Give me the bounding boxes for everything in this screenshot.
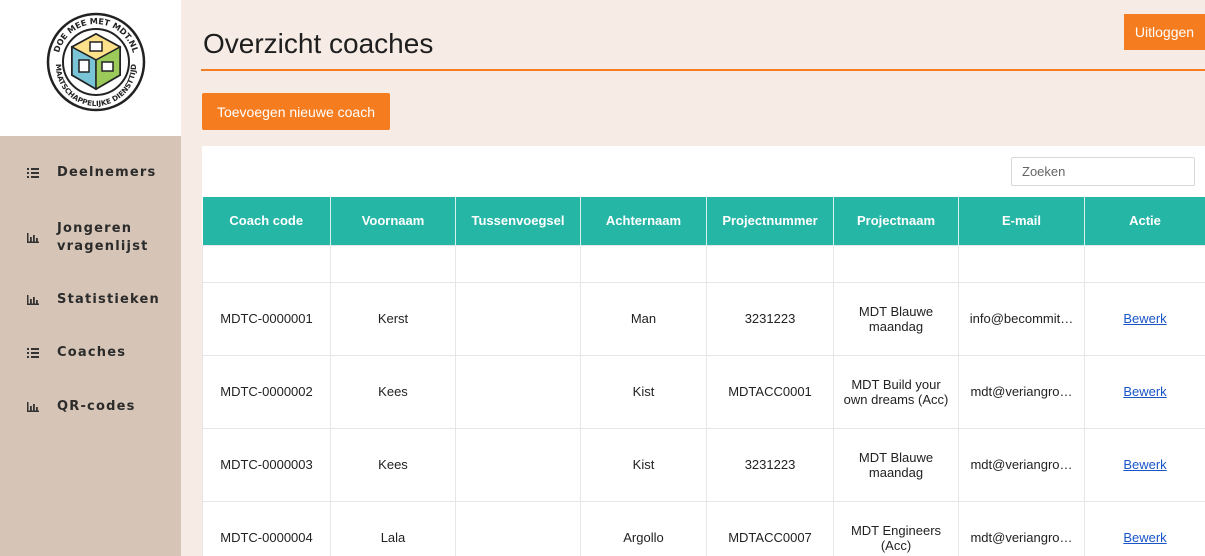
cell-tussenvoegsel <box>455 500 581 556</box>
coaches-table: Coach code Voornaam Tussenvoegsel Achter… <box>202 197 1205 556</box>
edit-link[interactable]: Bewerk <box>1123 384 1166 399</box>
sidebar-item-qr-codes[interactable]: QR-codes <box>0 398 181 416</box>
cell-tussenvoegsel <box>455 281 581 356</box>
page-title: Overzicht coaches <box>203 28 434 59</box>
table-row: MDTC-0000001 Kerst Man 3231223 MDT Blauw… <box>202 281 1205 356</box>
cell-projectnummer: 3231223 <box>706 427 834 502</box>
column-header-achternaam[interactable]: Achternaam <box>580 197 707 245</box>
table-row: MDTC-0000003 Kees Kist 3231223 MDT Blauw… <box>202 427 1205 502</box>
column-header-e-mail[interactable]: E-mail <box>958 197 1085 245</box>
filter-row <box>202 244 1205 283</box>
cell-projectnaam: MDT Blauwe maandag <box>833 427 959 502</box>
cell-voornaam: Kees <box>330 427 456 502</box>
cell-coach-code: MDTC-0000003 <box>202 427 331 502</box>
mdt-logo: DOE MEE MET MDT.NL MAATSCHAPPELIJKE DIEN… <box>46 12 146 112</box>
table-row: MDTC-0000004 Lala Argollo MDTACC0007 MDT… <box>202 500 1205 556</box>
cell-coach-code: MDTC-0000004 <box>202 500 331 556</box>
sidebar-item-statistieken[interactable]: Statistieken <box>0 291 181 309</box>
sidebar: DOE MEE MET MDT.NL MAATSCHAPPELIJKE DIEN… <box>0 0 181 556</box>
sidebar-item-deelnemers[interactable]: Deelnemers <box>0 164 181 182</box>
cell-actie: Bewerk <box>1084 354 1205 429</box>
edit-link[interactable]: Bewerk <box>1123 311 1166 326</box>
column-header-projectnaam[interactable]: Projectnaam <box>833 197 959 245</box>
cell-actie: Bewerk <box>1084 281 1205 356</box>
column-header-actie: Actie <box>1084 197 1205 245</box>
sidebar-item-coaches[interactable]: Coaches <box>0 344 181 362</box>
table-row: MDTC-0000002 Kees Kist MDTACC0001 MDT Bu… <box>202 354 1205 429</box>
sidebar-item-label: Coaches <box>57 345 127 360</box>
cell-tussenvoegsel <box>455 354 581 429</box>
cell-actie: Bewerk <box>1084 427 1205 502</box>
cell-e-mail: mdt@veriangro… <box>958 500 1085 556</box>
edit-link[interactable]: Bewerk <box>1123 530 1166 545</box>
bar-chart-icon <box>26 400 40 414</box>
cell-coach-code: MDTC-0000002 <box>202 354 331 429</box>
cell-projectnummer: MDTACC0001 <box>706 354 834 429</box>
sidebar-item-label: QR-codes <box>57 399 136 414</box>
list-icon <box>26 346 40 360</box>
sidebar-item-jongeren-vragenlijst[interactable]: Jongeren vragenlijst <box>0 218 181 258</box>
search-input[interactable] <box>1011 157 1195 186</box>
sidebar-item-label: Deelnemers <box>57 165 157 180</box>
cell-e-mail: mdt@veriangro… <box>958 427 1085 502</box>
cell-projectnaam: MDT Engineers (Acc) <box>833 500 959 556</box>
title-divider <box>201 69 1205 71</box>
cell-achternaam: Man <box>580 281 707 356</box>
cell-voornaam: Kerst <box>330 281 456 356</box>
sidebar-item-label: Statistieken <box>57 292 161 307</box>
logout-button[interactable]: Uitloggen <box>1124 14 1205 50</box>
column-header-tussenvoegsel[interactable]: Tussenvoegsel <box>455 197 581 245</box>
cell-projectnummer: MDTACC0007 <box>706 500 834 556</box>
list-icon <box>26 166 40 180</box>
bar-chart-icon <box>26 231 40 245</box>
column-header-coach-code[interactable]: Coach code <box>202 197 331 245</box>
main-content: Overzicht coaches Uitloggen Toevoegen ni… <box>181 0 1205 556</box>
cell-projectnummer: 3231223 <box>706 281 834 356</box>
cell-coach-code: MDTC-0000001 <box>202 281 331 356</box>
edit-link[interactable]: Bewerk <box>1123 457 1166 472</box>
cell-e-mail: info@becommit… <box>958 281 1085 356</box>
logo-area: DOE MEE MET MDT.NL MAATSCHAPPELIJKE DIEN… <box>0 0 181 136</box>
cell-voornaam: Lala <box>330 500 456 556</box>
table-header-row: Coach code Voornaam Tussenvoegsel Achter… <box>202 197 1205 245</box>
cell-achternaam: Kist <box>580 354 707 429</box>
add-coach-button[interactable]: Toevoegen nieuwe coach <box>202 93 390 130</box>
cell-projectnaam: MDT Build your own dreams (Acc) <box>833 354 959 429</box>
cell-actie: Bewerk <box>1084 500 1205 556</box>
cell-achternaam: Kist <box>580 427 707 502</box>
coaches-panel: Coach code Voornaam Tussenvoegsel Achter… <box>202 146 1205 556</box>
cell-voornaam: Kees <box>330 354 456 429</box>
cell-achternaam: Argollo <box>580 500 707 556</box>
bar-chart-icon <box>26 293 40 307</box>
cell-projectnaam: MDT Blauwe maandag <box>833 281 959 356</box>
cell-e-mail: mdt@veriangro… <box>958 354 1085 429</box>
cell-tussenvoegsel <box>455 427 581 502</box>
column-header-projectnummer[interactable]: Projectnummer <box>706 197 834 245</box>
column-header-voornaam[interactable]: Voornaam <box>330 197 456 245</box>
sidebar-item-label: Jongeren vragenlijst <box>57 221 149 254</box>
